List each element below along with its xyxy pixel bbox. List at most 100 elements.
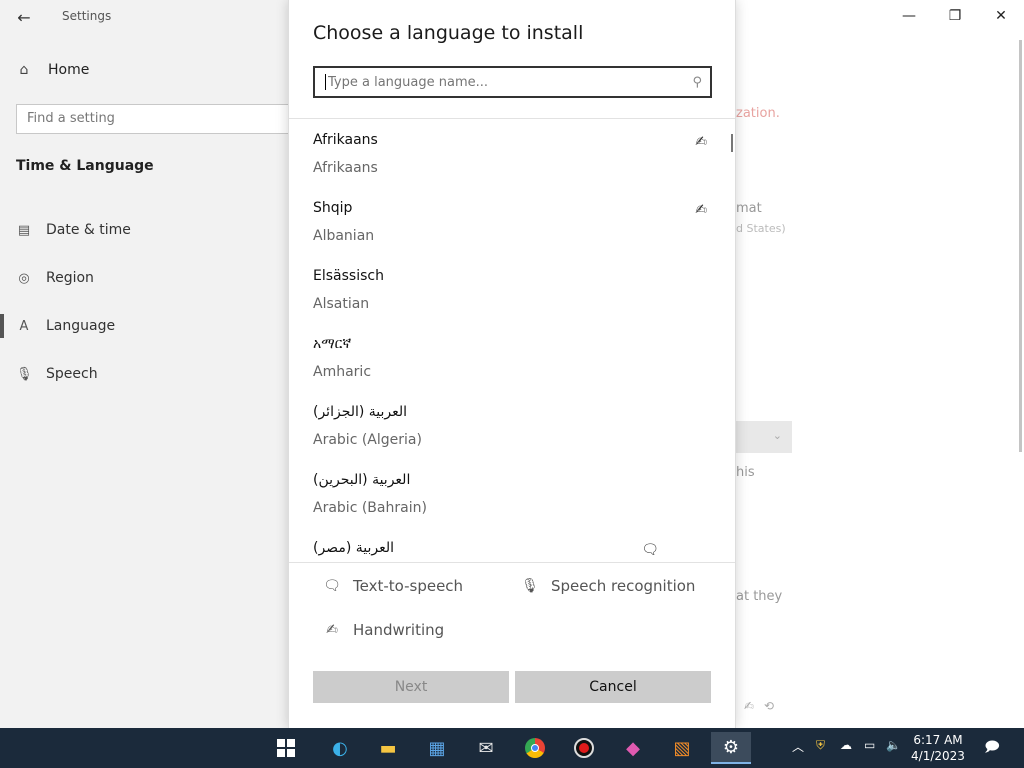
clock-date: 4/1/2023 <box>911 749 965 763</box>
chevron-up-icon[interactable]: ︿ <box>792 738 804 755</box>
home-label: Home <box>48 62 90 78</box>
legend-text-to-speech: 🗨 Text-to-speech <box>323 577 463 595</box>
handwriting-icon: ✍ <box>744 699 755 713</box>
store-icon[interactable]: ▦ <box>417 732 457 764</box>
chrome-icon[interactable] <box>515 732 555 764</box>
sidebar-item-label: Date & time <box>46 222 131 238</box>
language-item-arabic-egypt[interactable]: العربية (مصر) 🗨 <box>289 528 735 562</box>
legend-speech-recognition: 🎙 Speech recognition <box>521 577 695 595</box>
security-icon[interactable]: ⛨ <box>816 738 825 753</box>
language-item-albanian[interactable]: Shqip Albanian ✍ <box>289 188 735 256</box>
sidebar-nav: ▤ Date & time ◎ Region A Language 🎙 Spee… <box>0 206 288 398</box>
text-fragment-that-they: at they <box>736 589 783 604</box>
search-icon[interactable]: ⚲ <box>692 75 702 90</box>
text-caret <box>325 74 326 90</box>
language-item-arabic-algeria[interactable]: العربية (الجزائر) Arabic (Algeria) <box>289 392 735 460</box>
dropdown-fragment[interactable]: ⌄ <box>736 421 792 453</box>
app-title: Settings <box>62 9 112 23</box>
language-english-name: Arabic (Bahrain) <box>313 500 427 516</box>
language-search-box[interactable]: ⚲ <box>313 66 712 98</box>
find-setting-placeholder: Find a setting <box>27 111 115 126</box>
list-scrollbar[interactable] <box>731 134 733 152</box>
choose-language-dialog: Choose a language to install ⚲ Afrikaans… <box>288 0 736 728</box>
notification-icon[interactable]: 🗩 <box>978 736 1006 760</box>
cancel-button[interactable]: Cancel <box>515 671 711 703</box>
language-native-name: አማርኛ <box>313 336 352 352</box>
home-icon: ⌂ <box>19 62 29 78</box>
language-native-name: العربية (البحرين) <box>313 472 411 488</box>
minimize-button[interactable]: — <box>886 0 932 32</box>
format-sub-fragment: d States) <box>736 222 786 235</box>
language-list: Afrikaans Afrikaans ✍ Shqip Albanian ✍ E… <box>289 120 735 562</box>
sidebar-item-language[interactable]: A Language <box>0 302 288 350</box>
cloud-icon[interactable]: ☁ <box>840 738 852 752</box>
text-fragment-this: his <box>736 465 755 480</box>
sidebar-item-date-time[interactable]: ▤ Date & time <box>0 206 288 254</box>
back-button[interactable]: ← <box>12 6 36 28</box>
sidebar-item-label: Language <box>46 318 116 334</box>
file-explorer-icon[interactable]: ▬ <box>368 732 408 764</box>
language-native-name: Afrikaans <box>313 132 378 148</box>
close-icon: ✕ <box>995 8 1007 24</box>
clock-time: 6:17 AM <box>913 733 963 747</box>
warning-text-fragment: zation. <box>736 106 780 121</box>
start-icon[interactable] <box>266 732 306 764</box>
settings-icon[interactable]: ⚙ <box>711 732 751 764</box>
recorder-icon[interactable] <box>564 732 604 764</box>
sidebar-item-speech[interactable]: 🎙 Speech <box>0 350 288 398</box>
language-native-name: Shqip <box>313 200 353 216</box>
mail-icon[interactable]: ✉ <box>466 732 506 764</box>
next-button[interactable]: Next <box>313 671 509 703</box>
language-item-amharic[interactable]: አማርኛ Amharic <box>289 324 735 392</box>
language-native-name: العربية (الجزائر) <box>313 404 408 420</box>
handwriting-icon: ✍ <box>695 202 707 218</box>
language-english-name: Arabic (Algeria) <box>313 432 422 448</box>
language-item-alsatian[interactable]: Elsässisch Alsatian <box>289 256 735 324</box>
maps-icon[interactable]: ◆ <box>613 732 653 764</box>
microphone-icon: 🎙 <box>16 366 33 382</box>
clock[interactable]: 6:17 AM 4/1/2023 <box>906 732 970 764</box>
language-item-afrikaans[interactable]: Afrikaans Afrikaans ✍ <box>289 120 735 188</box>
restore-button[interactable]: ❐ <box>932 0 978 32</box>
legend-label: Speech recognition <box>551 577 696 595</box>
clock-icon: ▤ <box>17 222 31 238</box>
language-native-name: العربية (مصر) <box>313 540 394 556</box>
language-icon: A <box>19 318 29 334</box>
office-icon[interactable]: ▧ <box>662 732 702 764</box>
find-setting-input[interactable]: Find a setting <box>16 104 292 134</box>
handwriting-icon: ✍ <box>326 622 338 638</box>
sidebar-item-label: Speech <box>46 366 98 382</box>
language-english-name: Alsatian <box>313 296 370 312</box>
edge-icon[interactable]: ◐ <box>320 732 360 764</box>
language-search-input[interactable] <box>328 74 693 90</box>
legend-label: Text-to-speech <box>353 577 464 595</box>
feature-icons-fragment: ✍ ⟲ <box>744 699 774 713</box>
text-to-speech-icon: 🗨 <box>323 578 341 594</box>
microphone-icon: 🎙 <box>521 578 539 594</box>
divider <box>289 118 735 119</box>
taskbar: ◐ ▬ ▦ ✉ ◆ ▧ ⚙ ︿ ⛨ ☁ ▭ 🔈 6:17 AM 4/1/2023… <box>0 728 1024 768</box>
language-english-name: Amharic <box>313 364 372 380</box>
close-button[interactable]: ✕ <box>978 0 1024 32</box>
legend-handwriting: ✍ Handwriting <box>323 621 444 639</box>
restore-icon: ❐ <box>948 8 962 24</box>
language-english-name: Afrikaans <box>313 160 378 176</box>
legend-label: Handwriting <box>353 621 445 639</box>
legend-divider <box>289 562 735 563</box>
handwriting-icon: ✍ <box>695 134 707 150</box>
text-to-speech-icon: 🗨 <box>641 542 659 558</box>
volume-icon[interactable]: 🔈 <box>886 738 901 752</box>
home-nav-item[interactable]: ⌂ Home <box>16 62 90 78</box>
section-title: Time & Language <box>16 158 154 174</box>
language-item-arabic-bahrain[interactable]: العربية (البحرين) Arabic (Bahrain) <box>289 460 735 528</box>
network-icon[interactable]: ▭ <box>864 738 875 752</box>
scrollbar[interactable] <box>1019 40 1022 452</box>
dialog-title: Choose a language to install <box>313 22 584 44</box>
globe-icon: ◎ <box>18 270 30 286</box>
chevron-down-icon: ⌄ <box>772 429 782 442</box>
speech-icon: ⟲ <box>763 699 774 713</box>
minimize-icon: — <box>902 8 916 24</box>
format-text-fragment: mat <box>736 201 762 216</box>
language-native-name: Elsässisch <box>313 268 384 284</box>
sidebar-item-region[interactable]: ◎ Region <box>0 254 288 302</box>
